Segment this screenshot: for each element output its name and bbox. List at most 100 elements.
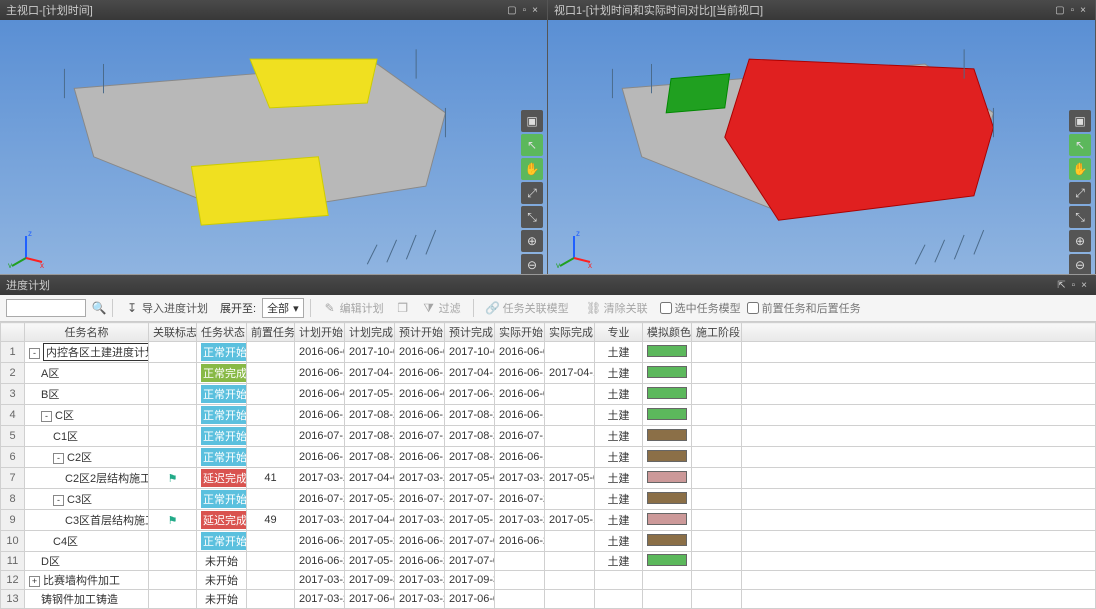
table-row[interactable]: 7C2区2层结构施工⚑延迟完成412017-03-232017-04-03201… bbox=[1, 468, 1096, 489]
tool-orbit-icon[interactable]: ⤢ bbox=[1069, 182, 1091, 204]
table-row[interactable]: 9C3区首层结构施工⚑延迟完成492017-03-292017-04-09201… bbox=[1, 510, 1096, 531]
task-name-cell[interactable]: C1区 bbox=[25, 426, 149, 447]
tree-toggle-icon[interactable]: - bbox=[53, 495, 64, 506]
table-row[interactable]: 6-C2区正常开始2016-06-142017-08-232016-06-142… bbox=[1, 447, 1096, 468]
tree-toggle-icon[interactable]: - bbox=[41, 411, 52, 422]
table-row[interactable]: 3B区正常开始2016-06-082017-05-132016-06-08201… bbox=[1, 384, 1096, 405]
chk-pred-succ[interactable]: 前置任务和后置任务 bbox=[747, 300, 861, 316]
date-cell: 2017-06-07 bbox=[445, 590, 495, 609]
panel-restore-icon[interactable]: ▫ bbox=[1069, 280, 1079, 291]
column-header[interactable]: 前置任务 bbox=[247, 323, 295, 342]
search-icon[interactable]: 🔍 bbox=[92, 301, 106, 315]
vp-close-icon[interactable]: × bbox=[1077, 5, 1089, 16]
schedule-grid[interactable]: 任务名称关联标志任务状态前置任务计划开始计划完成预计开始预计完成实际开始实际完成… bbox=[0, 322, 1096, 609]
tool-arrow-icon[interactable]: ↖ bbox=[521, 134, 543, 156]
tool-rotate-icon[interactable]: ⤡ bbox=[521, 206, 543, 228]
chk-pred-input[interactable] bbox=[747, 302, 759, 314]
column-header[interactable]: 实际开始 bbox=[495, 323, 545, 342]
column-header[interactable]: 计划开始 bbox=[295, 323, 345, 342]
date-cell: 2017-07-04 bbox=[445, 531, 495, 552]
date-cell: 2017-05-21 bbox=[345, 489, 395, 510]
column-header[interactable]: 关联标志 bbox=[149, 323, 197, 342]
import-button[interactable]: ↧ 导入进度计划 bbox=[119, 298, 214, 318]
vp-close-icon[interactable]: × bbox=[529, 5, 541, 16]
column-header[interactable] bbox=[1, 323, 25, 342]
table-row[interactable]: 13铸钢件加工铸造未开始2017-03-252017-06-072017-03-… bbox=[1, 590, 1096, 609]
task-name-cell[interactable]: +比赛墙构件加工 bbox=[25, 571, 149, 590]
tool-zoomout-icon[interactable]: ⊖ bbox=[521, 254, 543, 274]
tool-zoomin-icon[interactable]: ⊕ bbox=[1069, 230, 1091, 252]
task-name-cell[interactable]: C2区2层结构施工 bbox=[25, 468, 149, 489]
filter-button[interactable]: ⧩ 过滤 bbox=[416, 298, 467, 318]
color-cell bbox=[643, 531, 692, 552]
task-name-cell[interactable]: B区 bbox=[25, 384, 149, 405]
tree-toggle-icon[interactable]: - bbox=[29, 348, 40, 359]
table-row[interactable]: 10C4区正常开始2016-06-202017-05-212016-06-202… bbox=[1, 531, 1096, 552]
column-header[interactable]: 预计开始 bbox=[395, 323, 445, 342]
column-header[interactable]: 任务名称 bbox=[25, 323, 149, 342]
column-header[interactable]: 模拟颜色 bbox=[643, 323, 692, 342]
table-row[interactable]: 1-内控各区土建进度计划正常开始2016-06-082017-10-052016… bbox=[1, 342, 1096, 363]
vp-minimize-icon[interactable]: ▢ bbox=[1052, 5, 1067, 16]
tool-rotate-icon[interactable]: ⤡ bbox=[1069, 206, 1091, 228]
tool-pan-icon[interactable]: ✋ bbox=[521, 158, 543, 180]
link-flag-cell: ⚑ bbox=[149, 468, 197, 489]
table-row[interactable]: 5C1区正常开始2016-07-192017-08-232016-07-1920… bbox=[1, 426, 1096, 447]
viewport-right-canvas[interactable]: ▣ ↖ ✋ ⤢ ⤡ ⊕ ⊖ ⊙ z y x bbox=[548, 20, 1095, 274]
table-row[interactable]: 4-C区正常开始2016-06-142017-08-232016-06-1420… bbox=[1, 405, 1096, 426]
column-header[interactable]: 计划完成 bbox=[345, 323, 395, 342]
vp-minimize-icon[interactable]: ▢ bbox=[504, 5, 519, 16]
expand-label: 展开至: bbox=[220, 300, 256, 316]
task-name-cell[interactable]: -C3区 bbox=[25, 489, 149, 510]
task-name-cell[interactable]: A区 bbox=[25, 363, 149, 384]
tool-arrow-icon[interactable]: ↖ bbox=[1069, 134, 1091, 156]
tree-toggle-icon[interactable]: - bbox=[53, 453, 64, 464]
chk-selected-input[interactable] bbox=[660, 302, 672, 314]
task-name-cell[interactable]: D区 bbox=[25, 552, 149, 571]
date-cell: 2017-03-29 bbox=[495, 510, 545, 531]
task-name-cell[interactable]: C4区 bbox=[25, 531, 149, 552]
tool-orbit-icon[interactable]: ⤢ bbox=[521, 182, 543, 204]
link-model-button[interactable]: 🔗 任务关联模型 bbox=[480, 298, 575, 318]
tool-select-icon[interactable]: ▣ bbox=[1069, 110, 1091, 132]
copy-icon[interactable]: ❐ bbox=[396, 301, 410, 315]
row-number: 9 bbox=[1, 510, 25, 531]
column-header[interactable]: 实际完成 bbox=[545, 323, 595, 342]
phase-cell bbox=[692, 363, 742, 384]
vp-restore-icon[interactable]: ▫ bbox=[1068, 5, 1078, 16]
tool-zoomout-icon[interactable]: ⊖ bbox=[1069, 254, 1091, 274]
model-3d-right bbox=[548, 20, 1095, 274]
table-row[interactable]: 11D区未开始2016-06-272017-05-142016-06-27201… bbox=[1, 552, 1096, 571]
edit-button[interactable]: ✎ 编辑计划 bbox=[317, 298, 390, 318]
task-name-cell[interactable]: 铸钢件加工铸造 bbox=[25, 590, 149, 609]
table-row[interactable]: 2A区正常完成2016-06-182017-04-172016-06-18201… bbox=[1, 363, 1096, 384]
tool-pan-icon[interactable]: ✋ bbox=[1069, 158, 1091, 180]
svg-text:y: y bbox=[556, 261, 560, 268]
clear-link-button[interactable]: ⛓ 清除关联 bbox=[581, 298, 654, 318]
panel-close-icon[interactable]: × bbox=[1078, 280, 1090, 291]
schedule-toolbar: 🔍 ↧ 导入进度计划 展开至: 全部 ▾ ✎ 编辑计划 ❐ ⧩ 过滤 bbox=[0, 295, 1096, 322]
tool-select-icon[interactable]: ▣ bbox=[521, 110, 543, 132]
search-input[interactable] bbox=[6, 299, 86, 317]
task-name-cell[interactable]: -C2区 bbox=[25, 447, 149, 468]
tree-toggle-icon[interactable]: + bbox=[29, 576, 40, 587]
date-cell: 2016-07-22 bbox=[395, 489, 445, 510]
color-cell bbox=[643, 384, 692, 405]
column-header[interactable]: 预计完成 bbox=[445, 323, 495, 342]
chk-selected-model[interactable]: 选中任务模型 bbox=[660, 300, 741, 316]
vp-restore-icon[interactable]: ▫ bbox=[520, 5, 530, 16]
column-header[interactable]: 任务状态 bbox=[197, 323, 247, 342]
task-name-cell[interactable]: -内控各区土建进度计划 bbox=[25, 342, 149, 363]
table-row[interactable]: 12+比赛墙构件加工未开始2017-03-232017-09-302017-03… bbox=[1, 571, 1096, 590]
rest-cell bbox=[742, 531, 1096, 552]
task-name-cell[interactable]: C3区首层结构施工 bbox=[25, 510, 149, 531]
table-row[interactable]: 8-C3区正常开始2016-07-222017-05-212016-07-222… bbox=[1, 489, 1096, 510]
expand-dropdown[interactable]: 全部 ▾ bbox=[262, 298, 304, 318]
viewport-left-canvas[interactable]: ▣ ↖ ✋ ⤢ ⤡ ⊕ ⊖ ⊙ z y x bbox=[0, 20, 547, 274]
column-header[interactable]: 专业 bbox=[595, 323, 643, 342]
panel-collapse-icon[interactable]: ⇱ bbox=[1054, 280, 1068, 291]
column-header[interactable]: 施工阶段 bbox=[692, 323, 742, 342]
viewport-left: 主视口-[计划时间] ▢ ▫ × bbox=[0, 0, 548, 274]
task-name-cell[interactable]: -C区 bbox=[25, 405, 149, 426]
tool-zoomin-icon[interactable]: ⊕ bbox=[521, 230, 543, 252]
